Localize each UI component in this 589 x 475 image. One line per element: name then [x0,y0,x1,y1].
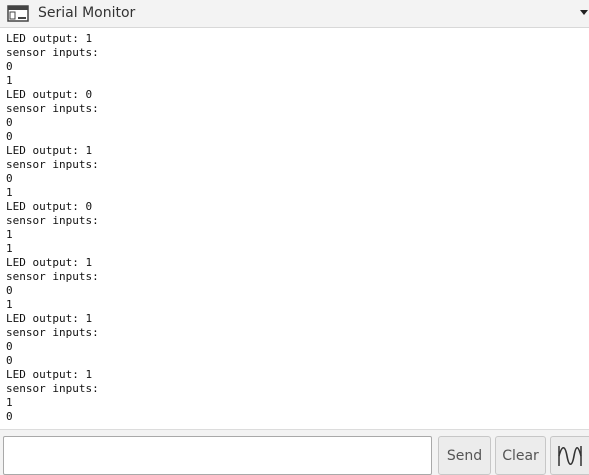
send-button[interactable]: Send [438,436,491,475]
output-line: 0 [6,354,13,367]
window-icon [7,5,29,22]
output-line: LED output: 1 [6,256,93,269]
output-line: 0 [6,116,13,129]
clear-label: Clear [502,447,539,464]
output-line: LED output: 0 [6,88,93,101]
output-line: LED output: 1 [6,32,93,45]
plotter-wave-icon [558,445,582,466]
output-line: 0 [6,130,13,143]
window-title: Serial Monitor [38,5,136,21]
output-line: 0 [6,284,13,297]
output-line: sensor inputs: [6,214,99,227]
bottom-bar: Send Clear [0,429,589,475]
output-line: 1 [6,242,13,255]
output-lines: 0LED output: 1sensor inputs:01LED output… [6,28,99,424]
header-bar: Serial Monitor [0,0,589,28]
dropdown-arrow-icon[interactable] [579,9,589,17]
output-line: sensor inputs: [6,158,99,171]
output-line: sensor inputs: [6,46,99,59]
output-line: 1 [6,74,13,87]
output-line: LED output: 0 [6,200,93,213]
plotter-button[interactable] [550,436,589,475]
message-input[interactable] [3,436,432,475]
output-line: sensor inputs: [6,270,99,283]
output-line: sensor inputs: [6,382,99,395]
output-line: LED output: 1 [6,368,93,381]
output-line: 1 [6,228,13,241]
send-label: Send [446,447,483,464]
output-line: 0 [6,340,13,353]
output-line: 1 [6,298,13,311]
output-line: 1 [6,396,13,409]
output-line: sensor inputs: [6,102,99,115]
output-line: LED output: 1 [6,312,93,325]
output-line: 0 [6,172,13,185]
output-line: 1 [6,186,13,199]
output-line: sensor inputs: [6,326,99,339]
output-line: LED output: 1 [6,144,93,157]
serial-output[interactable]: 0LED output: 1sensor inputs:01LED output… [0,28,589,429]
output-line: 0 [6,60,13,73]
output-line: 0 [6,410,13,423]
clear-button[interactable]: Clear [495,436,546,475]
